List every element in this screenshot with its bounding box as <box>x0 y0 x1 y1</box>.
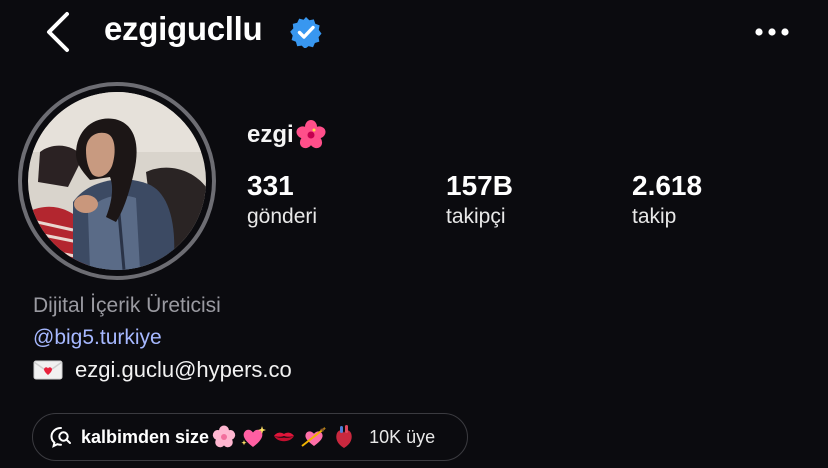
display-name-text: ezgi <box>247 121 294 148</box>
anatomical-heart-icon <box>336 425 352 448</box>
stat-posts-label: gönderi <box>247 205 318 228</box>
more-horizontal-icon <box>755 28 789 36</box>
back-button[interactable] <box>38 10 78 54</box>
page-title: ezgigucllu <box>104 10 263 47</box>
kiss-mark-icon <box>274 432 295 442</box>
stat-following-label: takip <box>632 205 677 228</box>
profile-photo <box>28 92 206 270</box>
stat-followers-label: takipçi <box>446 205 506 228</box>
cherry-blossom-icon <box>212 425 236 448</box>
verified-badge-icon <box>290 16 322 49</box>
channel-member-count: 10K üye <box>369 426 436 447</box>
sparkling-heart-icon <box>241 426 267 447</box>
stat-posts-value: 331 <box>247 170 294 201</box>
more-options-button[interactable] <box>750 18 794 46</box>
stat-following-value: 2.618 <box>632 170 703 201</box>
broadcast-channel-button[interactable]: kalbimden size 10K üye <box>32 413 468 461</box>
stat-followers[interactable]: 157B takipçi <box>446 170 513 232</box>
love-letter-icon <box>33 360 63 380</box>
channel-title: kalbimden size <box>81 426 210 447</box>
avatar[interactable] <box>18 82 216 280</box>
channel-emojis <box>211 424 357 450</box>
broadcast-channel-icon <box>50 427 71 448</box>
bio-mention-link[interactable]: @big5.turkiye <box>33 326 162 350</box>
heart-with-arrow-icon <box>301 427 326 447</box>
stat-posts[interactable]: 331 gönderi <box>247 170 317 232</box>
stat-following[interactable]: 2.618 takip <box>632 170 702 232</box>
bio-email-row: ezgi.guclu@hypers.co <box>33 357 292 383</box>
profile-category: Dijital İçerik Üreticisi <box>33 294 221 317</box>
stat-followers-value: 157B <box>446 170 513 201</box>
bio-email[interactable]: ezgi.guclu@hypers.co <box>75 357 292 383</box>
display-name: ezgi <box>247 120 326 150</box>
hibiscus-icon <box>296 120 326 149</box>
chevron-left-icon <box>47 12 69 52</box>
